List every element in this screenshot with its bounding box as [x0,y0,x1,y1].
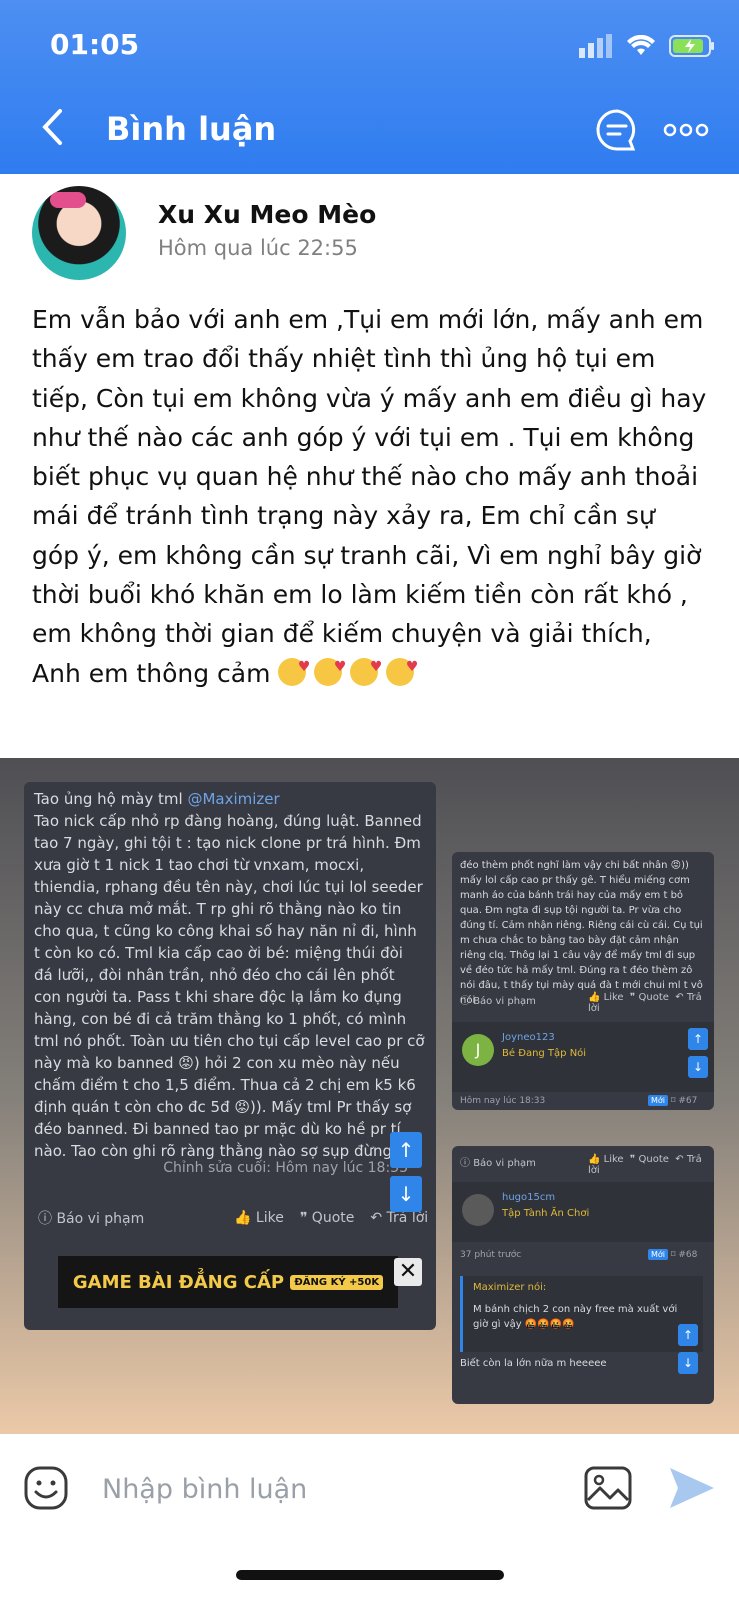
home-indicator [236,1570,504,1580]
scroll-up-icon: ↑ [390,1132,422,1168]
post-content: Em vẫn bảo với anh em ,Tụi em mới lớn, m… [32,300,708,693]
user-avatar: J [462,1034,494,1066]
post-actions: 👍 Like ❞ Quote ↶ Trả lời [234,1210,428,1226]
like-label: Like [255,1210,284,1226]
quote-block: Maximizer nói: M bánh chịch 2 con này fr… [460,1276,703,1352]
chat-icon[interactable] [595,108,639,152]
app-header: 01:05 Bình luận [0,0,739,174]
report-link: ⓘ Báo vi phạm [38,1211,145,1227]
mention-link: @Maximizer [187,790,280,808]
like-label: Like [603,1154,624,1165]
ad-text: GAME BÀI ĐẲNG CẤP [72,1271,285,1293]
screenshot-left: Tao ủng hộ mày tml @Maximizer Tao nick c… [24,782,436,1330]
screenshot-body: Tao nick cấp nhỏ rp đàng hoàng, đúng luậ… [34,812,425,1160]
new-badge: Mới [648,1095,669,1106]
user-role: Tập Tành Ăn Chơi [502,1208,590,1219]
ad-badge: ĐĂNG KÝ +50K [290,1274,384,1290]
back-button[interactable] [40,108,64,152]
screenshot-left-text: Tao ủng hộ mày tml @Maximizer Tao nick c… [34,788,426,1162]
kiss-emoji-icon [350,648,382,688]
report-label: Báo vi phạm [473,996,536,1007]
report-label: Báo vi phạm [56,1211,145,1227]
quote-text: M bánh chịch 2 con này free mà xuất với … [473,1304,678,1330]
report-link: ⓘ Báo vi phạm [460,996,536,1007]
close-icon: ✕ [394,1258,422,1286]
post-number: #68 [678,1250,698,1260]
reply-link: ↶ Trả lời [370,1210,429,1226]
screenshot-line1: Tao ủng hộ mày tml [34,790,188,808]
send-icon[interactable] [668,1466,716,1510]
like-label: Like [603,992,624,1003]
avatar-bow [50,192,86,208]
report-link: ⓘ Báo vi phạm [460,1158,536,1169]
comment-input[interactable] [100,1466,544,1512]
new-badge: Mới [648,1249,669,1260]
post-number: #67 [678,1096,698,1106]
image-icon[interactable] [584,1466,632,1510]
post-actions: 👍 Like ❞ Quote ↶ Trả lời [588,1154,702,1176]
page-title: Bình luận [106,110,277,148]
user-row: hugo15cm Tập Tành Ăn Chơi [452,1182,714,1242]
screenshot-top-right: đéo thèm phốt nghĩ làm vậy chi bất nhân … [452,852,714,1110]
status-time: 01:05 [50,28,140,61]
post-actions: 👍 Like ❞ Quote ↶ Trả lời [588,992,702,1014]
kiss-emoji-icon [278,648,310,688]
post-time: 37 phút trước [460,1250,522,1260]
nav-actions [595,108,709,152]
screenshot-tr-text: đéo thèm phốt nghĩ làm vậy chi bất nhân … [460,860,703,1006]
quote-link: ❞ Quote [299,1210,355,1226]
kiss-emojis [278,648,422,688]
scroll-up-icon: ↑ [688,1028,708,1050]
edited-note: Chỉnh sửa cuối: Hôm nay lúc 18:33 [163,1160,408,1176]
scroll-down-icon: ↓ [688,1056,708,1078]
more-icon[interactable] [663,123,709,137]
post-time: Hôm nay lúc 18:33 [460,1096,546,1106]
quote-label: Quote [311,1210,355,1226]
user-row: J Joyneo123 Bé Đang Tập Nói ↑ ↓ [452,1022,714,1092]
like-link: 👍 Like [234,1210,284,1226]
reply-label: Trả lời [386,1210,429,1226]
screenshot-bottom-right: ⓘ Báo vi phạm 👍 Like ❞ Quote ↶ Trả lời h… [452,1146,714,1404]
quote-label: Quote [638,1154,669,1165]
quote-label: Quote [638,992,669,1003]
kiss-emoji-icon [386,648,418,688]
signal-icon [579,34,612,58]
quote-title: Maximizer nói: [473,1282,547,1293]
avatar[interactable] [32,186,126,280]
post-author: Xu Xu Meo Mèo Hôm qua lúc 22:55 [32,186,708,282]
scroll-up-icon: ↑ [678,1324,698,1346]
user-role: Bé Đang Tập Nói [502,1048,587,1059]
status-icons [579,34,715,58]
post-text: Em vẫn bảo với anh em ,Tụi em mới lớn, m… [32,305,707,688]
battery-icon [669,35,714,57]
user-avatar [462,1194,494,1226]
post-meta: Mới ⌑ #67 [648,1095,698,1106]
report-label: Báo vi phạm [473,1158,536,1169]
wifi-icon [627,35,655,55]
chevron-left-icon [42,109,62,145]
scroll-down-icon: ↓ [678,1352,698,1374]
post-time: Hôm qua lúc 22:55 [158,236,358,260]
reply-text: Biết còn la lớn nữa m heeeee [460,1358,607,1369]
user-name: hugo15cm [502,1192,556,1203]
post-meta: Mới ⌑ #68 [648,1249,698,1260]
author-name[interactable]: Xu Xu Meo Mèo [158,200,376,229]
ad-banner: GAME BÀI ĐẲNG CẤP ĐĂNG KÝ +50K [58,1256,398,1308]
emoji-icon[interactable] [24,1466,68,1510]
scroll-down-icon: ↓ [390,1176,422,1212]
user-name: Joyneo123 [502,1032,555,1043]
kiss-emoji-icon [314,648,346,688]
post-image[interactable]: Tao ủng hộ mày tml @Maximizer Tao nick c… [0,758,739,1434]
